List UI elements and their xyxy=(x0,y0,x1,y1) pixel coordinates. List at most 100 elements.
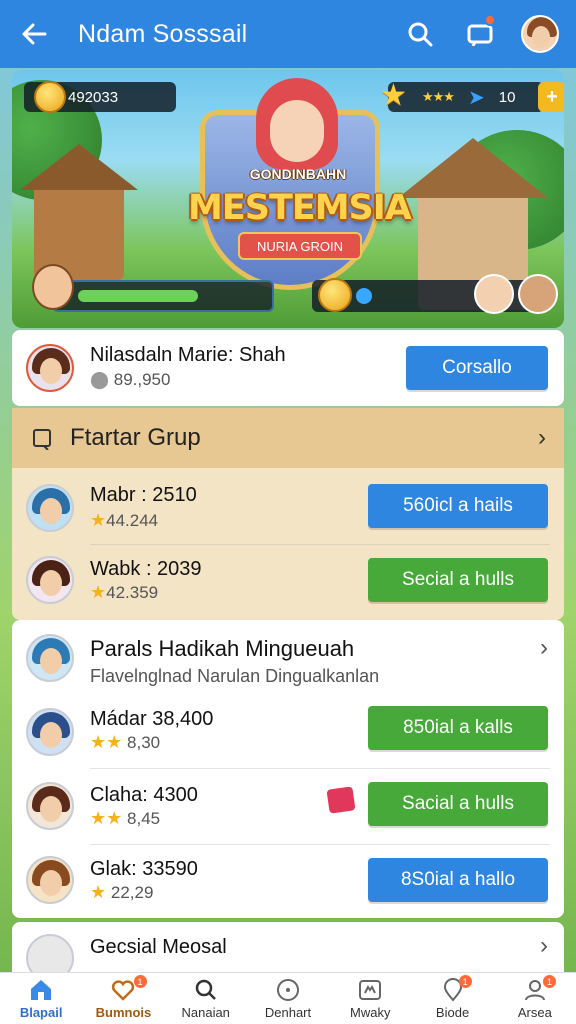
member-avatar xyxy=(26,856,74,904)
compass-icon xyxy=(275,978,301,1002)
home-icon xyxy=(28,978,54,1002)
section-subtitle: Flavelnglnad Narulan Dingualkanlan xyxy=(90,666,380,686)
cat-icon xyxy=(357,978,383,1002)
star-icon: ★ xyxy=(380,79,407,112)
member-name: Mabr : 2510 xyxy=(90,484,197,506)
player-avatar xyxy=(32,264,74,310)
notification-icon[interactable] xyxy=(458,12,502,56)
nav-item-denhart[interactable]: Denhart xyxy=(247,973,329,1024)
nav-label: Nanaian xyxy=(181,1005,230,1020)
paper-plane-icon: ➤ xyxy=(467,86,485,109)
nav-label: Arsea xyxy=(517,1005,552,1020)
user-avatar xyxy=(26,344,74,392)
bottom-navigation: Blapail 1 Bumnois Nanaian Denhart Mwaky … xyxy=(0,972,576,1024)
group-title: Ftartar Grup xyxy=(70,424,201,451)
nav-label: Blapail xyxy=(19,1005,63,1020)
back-arrow-icon[interactable] xyxy=(14,14,54,54)
star-icon: ★ xyxy=(90,510,107,530)
nav-item-home[interactable]: Blapail xyxy=(0,973,82,1024)
section-title[interactable]: Parals Hadikah Mingueuah xyxy=(90,636,354,662)
search-icon[interactable] xyxy=(398,12,442,56)
nav-item-biode[interactable]: 1 Biode xyxy=(411,973,493,1024)
nav-item-search[interactable]: Nanaian xyxy=(165,973,247,1024)
group-list: Mabr : 2510 ★44.244 560icl a hails Wabk … xyxy=(12,468,564,620)
app-title: Ndam Sosssail xyxy=(78,19,248,48)
coin-icon xyxy=(318,278,352,312)
friend-avatar[interactable] xyxy=(474,274,514,314)
app-bar: Ndam Sosssail xyxy=(0,0,576,68)
gem-icon xyxy=(356,288,372,304)
group-header[interactable]: Ftartar Grup › xyxy=(12,408,564,468)
nav-item-mwaky[interactable]: Mwaky xyxy=(329,973,411,1024)
friend-avatar[interactable] xyxy=(518,274,558,314)
bottom-card[interactable]: Gecsial Meosal › xyxy=(12,922,564,982)
bottom-card-title: Gecsial Meosal xyxy=(90,936,227,958)
member-avatar xyxy=(26,484,74,532)
user-card: Nilasdaln Marie: Shah ⬤ 89.,950 Corsallo xyxy=(12,330,564,406)
member-action-button[interactable]: 8S0ial a hallo xyxy=(368,858,548,902)
chevron-right-icon[interactable]: › xyxy=(540,634,548,662)
star-icon: ★ xyxy=(90,882,107,902)
heart-hands-icon xyxy=(110,978,136,1002)
progress-bar xyxy=(32,264,274,312)
nav-item-arsea[interactable]: 1 Arsea xyxy=(494,973,576,1024)
member-name: Glak: 33590 xyxy=(90,858,198,880)
star-counter: ★★★ ➤ 10 xyxy=(388,82,544,112)
user-name: Nilasdaln Marie: Shah xyxy=(90,344,286,366)
clipboard-icon xyxy=(33,429,51,450)
notification-badge xyxy=(484,14,496,26)
coin-icon xyxy=(34,81,66,113)
divider xyxy=(90,768,550,769)
nav-label: Biode xyxy=(435,1005,470,1020)
profile-avatar-button[interactable] xyxy=(518,12,562,56)
star-icon: ★★ xyxy=(90,732,123,752)
member-name: Wabk : 2039 xyxy=(90,558,202,580)
member-name: Claha: 4300 xyxy=(90,784,198,806)
member-avatar xyxy=(26,708,74,756)
nav-label: Mwaky xyxy=(350,1005,391,1020)
stars-icon: ★★★ xyxy=(422,89,455,104)
game-subtitle: NURIA GROIN xyxy=(238,232,362,260)
nav-badge: 1 xyxy=(542,975,556,988)
member-action-button[interactable]: Secial a hulls xyxy=(368,558,548,602)
member-action-button[interactable]: 560icl a hails xyxy=(368,484,548,528)
member-avatar xyxy=(26,782,74,830)
stars-count: 10 xyxy=(498,88,516,106)
member-score: ★ 22,29 xyxy=(90,882,154,902)
member-action-button[interactable]: 850ial a kalls xyxy=(368,706,548,750)
add-currency-button[interactable]: + xyxy=(538,82,564,112)
character-illustration xyxy=(256,78,338,170)
section-avatar xyxy=(26,634,74,682)
coin-count: 492033 xyxy=(68,88,119,106)
nav-label: Bumnois xyxy=(95,1005,152,1020)
nav-badge: 1 xyxy=(458,975,472,988)
member-score: ★44.244 xyxy=(90,510,159,530)
chevron-right-icon[interactable]: › xyxy=(540,932,548,960)
section-card: Parals Hadikah Mingueuah Flavelnglnad Na… xyxy=(12,620,564,918)
nav-item-bumnois[interactable]: 1 Bumnois xyxy=(82,973,164,1024)
gift-icon xyxy=(326,786,356,814)
member-avatar xyxy=(26,556,74,604)
progress-fill xyxy=(78,290,198,302)
user-action-button[interactable]: Corsallo xyxy=(406,346,548,390)
nav-label: Denhart xyxy=(264,1005,312,1020)
star-icon: ★★ xyxy=(90,808,123,828)
star-icon: ★ xyxy=(90,582,107,602)
nav-badge: 1 xyxy=(133,975,147,988)
game-title: MESTEMSIA xyxy=(188,188,412,228)
divider xyxy=(90,544,550,545)
profile-avatar xyxy=(521,15,559,53)
divider xyxy=(90,844,550,845)
chevron-right-icon: › xyxy=(538,424,546,451)
user-score: ⬤ 89.,950 xyxy=(90,370,171,389)
member-action-button[interactable]: Sacial a hulls xyxy=(368,782,548,826)
search-icon xyxy=(193,978,219,1002)
game-top-text: GONDINBAHN xyxy=(249,166,347,182)
member-score: ★42.359 xyxy=(90,582,159,602)
coin-counter: 492033 xyxy=(24,81,176,113)
member-score: ★★ 8,45 xyxy=(90,808,161,828)
game-banner[interactable]: 492033 ★★★ ➤ 10 ★ + GONDINBAHN MESTEMSIA… xyxy=(12,70,564,328)
member-score: ★★ 8,30 xyxy=(90,732,161,752)
member-name: Mádar 38,400 xyxy=(90,708,214,730)
coins-icon: ⬤ xyxy=(90,370,114,389)
